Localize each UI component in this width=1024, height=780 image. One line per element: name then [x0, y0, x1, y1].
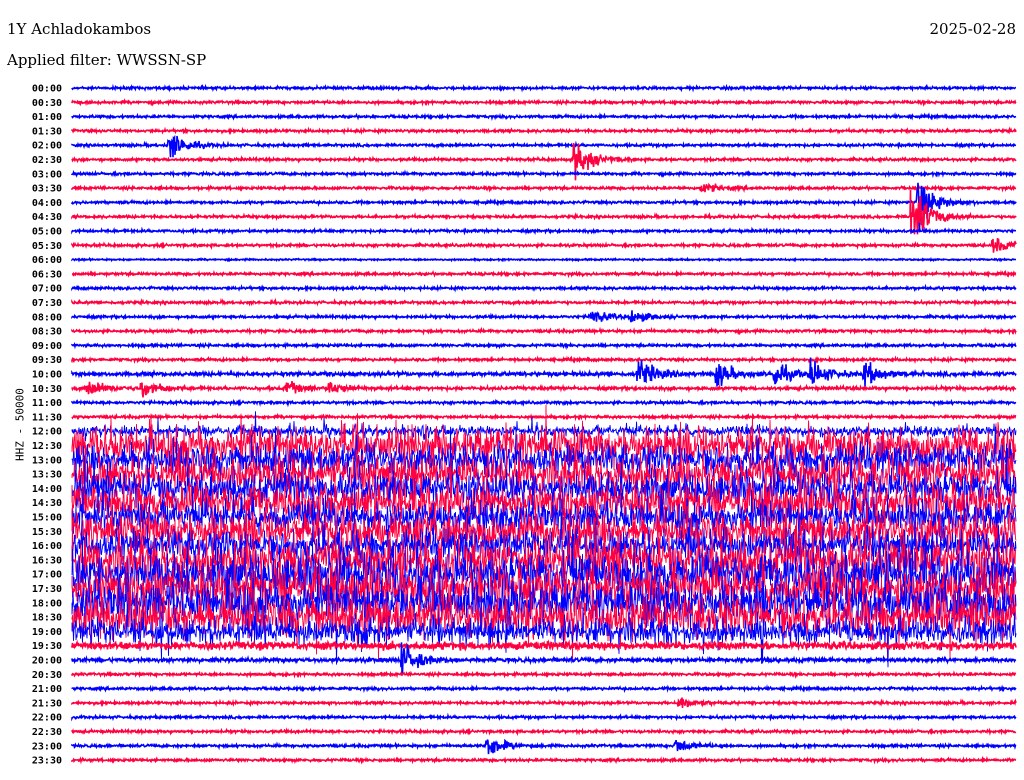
time-label: 18:00: [32, 598, 62, 609]
time-label: 08:00: [32, 312, 62, 323]
trace-0400: [71, 182, 1017, 231]
trace-0700: [71, 283, 1017, 293]
trace-2300: [71, 738, 1017, 755]
trace-0030: [71, 98, 1017, 107]
time-label: 21:00: [32, 684, 62, 695]
trace-0530: [71, 238, 1017, 253]
trace-1130: [71, 412, 1017, 422]
time-label: 19:30: [32, 641, 62, 652]
trace-1100: [71, 398, 1017, 408]
trace-0900: [71, 341, 1017, 351]
time-label: 12:30: [32, 441, 62, 452]
time-label: 05:30: [32, 241, 62, 252]
time-label: 04:00: [32, 198, 62, 209]
trace-0930: [71, 355, 1017, 365]
time-label: 17:00: [32, 570, 62, 581]
time-label: 10:30: [32, 384, 62, 395]
time-label: 14:30: [32, 498, 62, 509]
time-label: 06:30: [32, 269, 62, 280]
trace-0730: [71, 297, 1017, 307]
time-label: 13:30: [32, 470, 62, 481]
trace-2230: [71, 727, 1017, 737]
time-label: 20:00: [32, 656, 62, 667]
time-label: 07:30: [32, 298, 62, 309]
time-label: 00:30: [32, 98, 62, 109]
trace-0600: [71, 256, 1016, 263]
time-label: 00:00: [32, 84, 62, 95]
trace-0330: [71, 182, 1017, 194]
time-label: 03:00: [32, 169, 62, 180]
time-label: 10:00: [32, 370, 62, 381]
time-label: 07:00: [32, 284, 62, 295]
time-label: 15:30: [32, 527, 62, 538]
time-label: 12:00: [32, 427, 62, 438]
trace-2030: [71, 670, 1017, 679]
time-label: 14:00: [32, 484, 62, 495]
time-label: 22:00: [32, 713, 62, 724]
time-label: 16:00: [32, 541, 62, 552]
time-label: 02:30: [32, 155, 62, 166]
trace-1030: [71, 380, 1017, 398]
time-label: 09:00: [32, 341, 62, 352]
trace-0130: [71, 126, 1017, 136]
time-label: 03:30: [32, 184, 62, 195]
trace-2330: [71, 755, 1017, 765]
time-label: 11:30: [32, 412, 62, 423]
time-label: 17:30: [32, 584, 62, 595]
time-label: 04:30: [32, 212, 62, 223]
trace-0430: [71, 189, 1017, 235]
trace-0300: [71, 169, 1017, 179]
trace-0100: [71, 112, 1017, 122]
time-label: 22:30: [32, 727, 62, 738]
time-label: 13:00: [32, 455, 62, 466]
time-label: 01:00: [32, 112, 62, 123]
trace-0830: [71, 326, 1017, 336]
trace-0500: [71, 226, 1017, 236]
helicorder-plot: 00:00 00:30 01:00 01:30 02:00 02:30 03:00 03:30…: [32, 83, 1017, 767]
time-label: 08:30: [32, 327, 62, 338]
time-label: 19:00: [32, 627, 62, 638]
time-label: 16:30: [32, 555, 62, 566]
trace-0200: [71, 134, 1017, 158]
time-label: 20:30: [32, 670, 62, 681]
time-label: 02:00: [32, 141, 62, 152]
time-label: 21:30: [32, 698, 62, 709]
time-label: 15:00: [32, 513, 62, 524]
trace-2100: [71, 684, 1017, 694]
trace-0630: [71, 269, 1017, 279]
time-label: 09:30: [32, 355, 62, 366]
trace-2130: [71, 697, 1017, 709]
time-label: 23:00: [32, 741, 62, 752]
time-label: 11:00: [32, 398, 62, 409]
trace-0800: [71, 310, 1017, 323]
time-label: 18:30: [32, 613, 62, 624]
time-label: 23:30: [32, 756, 62, 767]
trace-0000: [71, 83, 1017, 93]
trace-2200: [71, 712, 1017, 722]
time-label: 01:30: [32, 126, 62, 137]
time-label: 05:00: [32, 227, 62, 238]
time-label: 06:00: [32, 255, 62, 266]
trace-1000: [71, 357, 1017, 387]
trace-1930: [71, 639, 1017, 652]
